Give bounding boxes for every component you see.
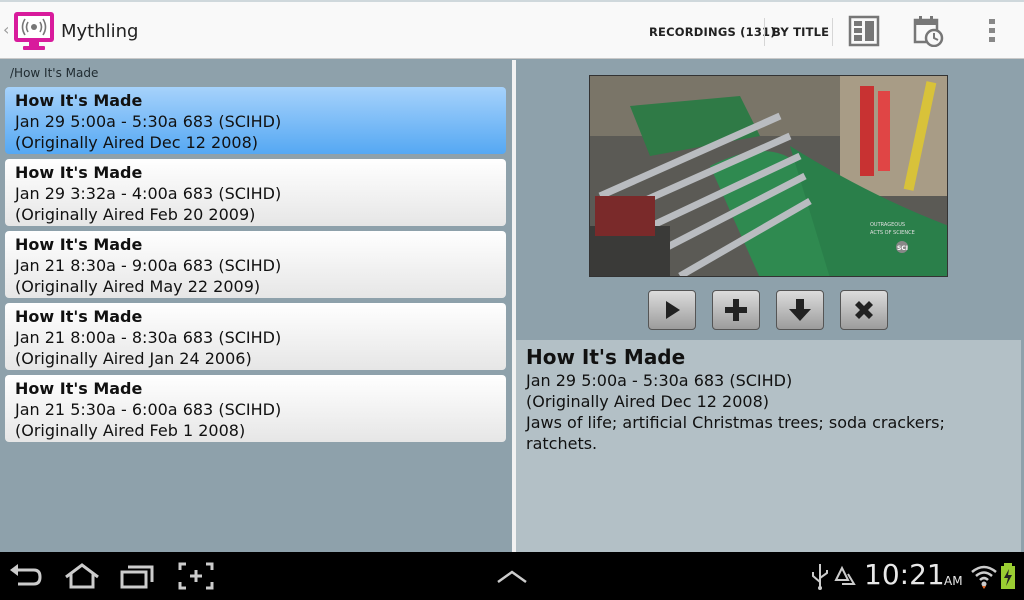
status-ampm: AM xyxy=(944,574,963,588)
list-item[interactable]: How It's Made Jan 29 3:32a - 4:00a 683 (… xyxy=(5,159,506,226)
svg-text:SCI: SCI xyxy=(897,245,908,252)
wifi-icon xyxy=(971,565,997,589)
list-item-aired: (Originally Aired Dec 12 2008) xyxy=(15,133,259,152)
list-item-aired: (Originally Aired Feb 1 2008) xyxy=(15,421,246,440)
split-view-icon[interactable] xyxy=(848,15,880,47)
list-item-time: Jan 29 3:32a - 4:00a 683 (SCIHD) xyxy=(15,184,282,203)
system-navigation-bar: 10:21 AM xyxy=(0,552,1024,600)
recording-thumbnail[interactable]: OUTRAGEOUS ACTS OF SCIENCE SCI xyxy=(589,75,948,277)
list-item-time: Jan 21 8:30a - 9:00a 683 (SCIHD) xyxy=(15,256,282,275)
recordings-button[interactable]: RECORDINGS (131) xyxy=(649,2,776,61)
recordings-list: How It's Made Jan 29 5:00a - 5:30a 683 (… xyxy=(5,87,506,447)
detail-time: Jan 29 5:00a - 5:30a 683 (SCIHD) xyxy=(526,371,793,390)
list-item-title: How It's Made xyxy=(15,307,143,326)
action-separator xyxy=(764,18,765,46)
list-item-time: Jan 21 8:00a - 8:30a 683 (SCIHD) xyxy=(15,328,282,347)
list-item-aired: (Originally Aired May 22 2009) xyxy=(15,277,261,296)
list-item-time: Jan 21 5:30a - 6:00a 683 (SCIHD) xyxy=(15,400,282,419)
list-item-title: How It's Made xyxy=(15,163,143,182)
list-item-aired: (Originally Aired Feb 20 2009) xyxy=(15,205,256,224)
list-item[interactable]: How It's Made Jan 21 8:30a - 9:00a 683 (… xyxy=(5,231,506,298)
delete-icon xyxy=(855,301,873,319)
sync-icon xyxy=(834,565,856,585)
app-logo-icon[interactable] xyxy=(13,11,55,51)
playback-controls xyxy=(648,290,893,332)
recent-apps-icon[interactable] xyxy=(120,562,156,590)
list-item-time: Jan 29 5:00a - 5:30a 683 (SCIHD) xyxy=(15,112,282,131)
battery-charging-icon xyxy=(1001,563,1015,589)
sort-by-title-button[interactable]: BY TITLE xyxy=(772,2,829,61)
svg-text:ACTS OF SCIENCE: ACTS OF SCIENCE xyxy=(870,230,915,236)
action-bar: ‹ Mythling RECORDINGS (131) BY TITLE xyxy=(0,0,1024,59)
back-icon[interactable] xyxy=(8,562,44,590)
detail-description: Jaws of life; artificial Christmas trees… xyxy=(526,413,945,453)
svg-text:OUTRAGEOUS: OUTRAGEOUS xyxy=(870,222,905,228)
list-item[interactable]: How It's Made Jan 29 5:00a - 5:30a 683 (… xyxy=(5,87,506,154)
download-icon xyxy=(789,299,811,321)
play-icon xyxy=(666,301,680,319)
add-icon xyxy=(725,299,747,321)
calendar-clock-icon[interactable] xyxy=(912,15,944,47)
list-item-title: How It's Made xyxy=(15,235,143,254)
list-item-title: How It's Made xyxy=(15,379,143,398)
list-item-title: How It's Made xyxy=(15,91,143,110)
list-item[interactable]: How It's Made Jan 21 5:30a - 6:00a 683 (… xyxy=(5,375,506,442)
thumbnail-image: OUTRAGEOUS ACTS OF SCIENCE SCI xyxy=(590,76,947,276)
download-button[interactable] xyxy=(776,290,824,330)
recordings-list-pane: /How It's Made How It's Made Jan 29 5:00… xyxy=(0,60,512,552)
app-title: Mythling xyxy=(61,21,139,42)
usb-icon xyxy=(812,564,828,590)
list-item[interactable]: How It's Made Jan 21 8:00a - 8:30a 683 (… xyxy=(5,303,506,370)
breadcrumb: /How It's Made xyxy=(10,66,99,80)
overflow-menu-icon[interactable] xyxy=(976,15,1008,47)
detail-title: How It's Made xyxy=(526,345,686,369)
action-separator xyxy=(832,18,833,46)
detail-pane: OUTRAGEOUS ACTS OF SCIENCE SCI How It's … xyxy=(516,60,1024,552)
list-item-aired: (Originally Aired Jan 24 2006) xyxy=(15,349,252,368)
delete-button[interactable] xyxy=(840,290,888,330)
screenshot-icon[interactable] xyxy=(178,562,214,590)
recording-details: How It's Made Jan 29 5:00a - 5:30a 683 (… xyxy=(516,340,1021,552)
up-chevron-icon[interactable]: ‹ xyxy=(3,22,9,38)
play-button[interactable] xyxy=(648,290,696,330)
chevron-up-icon[interactable] xyxy=(494,562,530,590)
detail-aired: (Originally Aired Dec 12 2008) xyxy=(526,392,770,411)
home-icon[interactable] xyxy=(64,562,100,590)
status-clock: 10:21 xyxy=(864,558,945,591)
add-button[interactable] xyxy=(712,290,760,330)
